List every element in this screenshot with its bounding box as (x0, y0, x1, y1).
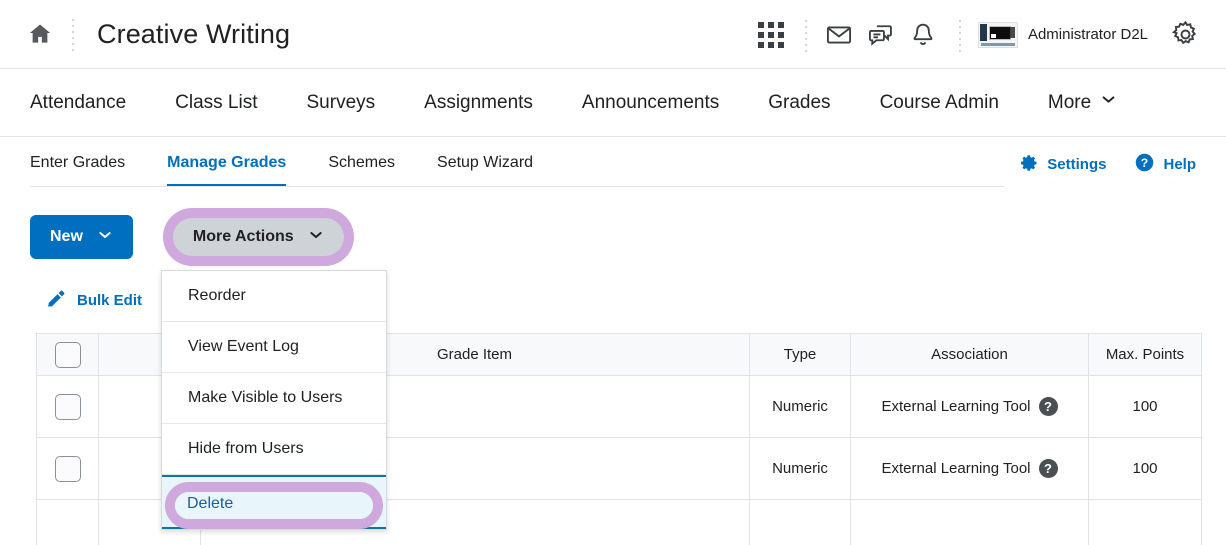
select-all-checkbox[interactable] (55, 342, 81, 368)
max-points-header-label: Max. Points (1106, 346, 1184, 363)
nav-item-grades[interactable]: Grades (768, 92, 830, 114)
help-button[interactable]: ? Help (1134, 152, 1196, 177)
new-label: New (50, 228, 83, 246)
row-association-cell: External Learning Tool ? (851, 376, 1089, 438)
question-mark-icon: ? (1134, 152, 1155, 177)
dropdown-item-label: View Event Log (188, 338, 299, 356)
association-header[interactable]: Association (851, 334, 1089, 376)
grades-subtabs: Enter Grades Manage Grades Schemes Setup… (0, 137, 1226, 187)
dropdown-item-label: Make Visible to Users (188, 389, 342, 407)
dropdown-item-hide-from-users[interactable]: Hide from Users (162, 424, 386, 475)
type-header[interactable]: Type (750, 334, 851, 376)
new-button[interactable]: New (30, 215, 133, 259)
more-actions-highlight: More Actions (163, 208, 354, 266)
row-association-cell: External Learning Tool ? (851, 438, 1089, 500)
bulk-edit-label: Bulk Edit (77, 292, 142, 309)
settings-label: Settings (1047, 156, 1106, 173)
nav-item-attendance[interactable]: Attendance (30, 92, 126, 114)
avatar[interactable] (978, 22, 1018, 48)
tab-label: Schemes (328, 154, 395, 171)
row-max-points-cell: 100 (1089, 438, 1202, 500)
chevron-down-icon (1100, 91, 1117, 114)
row-type-cell: Numeric (750, 376, 851, 438)
association-label: External Learning Tool (882, 460, 1031, 477)
row-type-cell (750, 500, 851, 545)
row-select-cell (37, 500, 99, 545)
row-association-cell (851, 500, 1089, 545)
course-nav-bar: Attendance Class List Surveys Assignment… (0, 69, 1226, 137)
bell-icon[interactable] (902, 14, 944, 56)
tab-enter-grades[interactable]: Enter Grades (30, 154, 125, 187)
row-checkbox[interactable] (55, 456, 81, 482)
top-bar: Creative Writing (0, 0, 1226, 69)
row-max-points-cell (1089, 500, 1202, 545)
nav-label: Surveys (307, 92, 376, 114)
delete-label: Delete (187, 495, 233, 513)
settings-button[interactable]: Settings (1019, 153, 1106, 177)
row-type-cell: Numeric (750, 438, 851, 500)
dropdown-item-make-visible-to-users[interactable]: Make Visible to Users (162, 373, 386, 424)
max-points-header[interactable]: Max. Points (1089, 334, 1202, 376)
chat-bubbles-icon[interactable] (860, 14, 902, 56)
help-icon[interactable]: ? (1039, 397, 1058, 416)
envelope-icon[interactable] (818, 14, 860, 56)
chevron-down-icon (308, 227, 324, 248)
svg-text:?: ? (1141, 156, 1148, 170)
tab-manage-grades[interactable]: Manage Grades (167, 154, 286, 187)
help-label: Help (1163, 156, 1196, 173)
dropdown-item-reorder[interactable]: Reorder (162, 271, 386, 322)
row-max-points-cell: 100 (1089, 376, 1202, 438)
row-select-cell (37, 438, 99, 500)
tab-schemes[interactable]: Schemes (328, 154, 395, 187)
nav-item-assignments[interactable]: Assignments (424, 92, 533, 114)
nav-label: Course Admin (880, 92, 999, 114)
dropdown-item-label: Hide from Users (188, 440, 304, 458)
tab-setup-wizard[interactable]: Setup Wizard (437, 154, 533, 187)
association-header-label: Association (931, 346, 1008, 363)
row-select-cell (37, 376, 99, 438)
type-header-label: Type (784, 346, 817, 363)
tab-label: Enter Grades (30, 154, 125, 171)
dropdown-item-view-event-log[interactable]: View Event Log (162, 322, 386, 373)
chevron-down-icon (97, 227, 113, 248)
more-actions-button[interactable]: More Actions (173, 218, 344, 256)
nav-item-class-list[interactable]: Class List (175, 92, 257, 114)
page-title: Creative Writing (97, 19, 290, 50)
row-checkbox[interactable] (55, 394, 81, 420)
grade-item-header-label: Grade Item (437, 346, 512, 363)
nav-item-more[interactable]: More (1048, 91, 1117, 114)
header-divider-2 (804, 18, 808, 52)
nav-item-course-admin[interactable]: Course Admin (880, 92, 999, 114)
tab-label: Manage Grades (167, 154, 286, 171)
select-all-header (37, 334, 99, 376)
nav-label: Announcements (582, 92, 719, 114)
action-bar: New More Actions (0, 187, 1226, 266)
user-name[interactable]: Administrator D2L (1028, 26, 1148, 43)
nav-item-surveys[interactable]: Surveys (307, 92, 376, 114)
subtabs-right-links: Settings ? Help (1019, 152, 1196, 177)
top-bar-right-cluster: Administrator D2L (750, 0, 1226, 69)
gear-icon (1019, 153, 1039, 177)
pencil-icon (46, 288, 67, 313)
help-icon[interactable]: ? (1039, 459, 1058, 478)
more-actions-dropdown: Reorder View Event Log Make Visible to U… (161, 270, 387, 530)
bulk-edit-button[interactable]: Bulk Edit (46, 288, 142, 313)
nav-label: Grades (768, 92, 830, 114)
nav-label: Class List (175, 92, 257, 114)
header-divider (71, 17, 75, 51)
nav-label: More (1048, 92, 1091, 114)
waffle-grid-icon[interactable] (750, 14, 792, 56)
tab-label: Setup Wizard (437, 154, 533, 171)
header-divider-3 (958, 18, 962, 52)
more-actions-label: More Actions (193, 228, 294, 246)
dropdown-item-label: Reorder (188, 287, 246, 305)
nav-label: Attendance (30, 92, 126, 114)
nav-item-announcements[interactable]: Announcements (582, 92, 719, 114)
home-icon[interactable] (26, 20, 54, 48)
gear-icon[interactable] (1164, 14, 1206, 56)
nav-label: Assignments (424, 92, 533, 114)
association-label: External Learning Tool (882, 398, 1031, 415)
